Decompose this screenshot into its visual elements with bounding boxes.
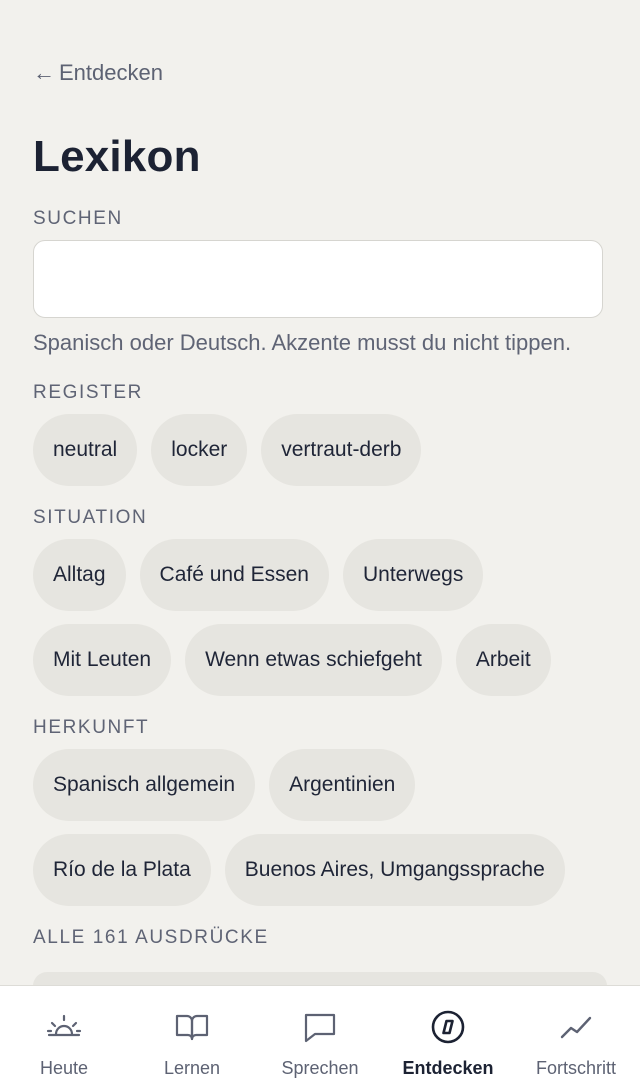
situation-label: SITUATION [33,507,148,528]
tab-fortschritt-label: Fortschritt [535,1058,616,1078]
situation-chips-row-1: Alltag Café und Essen Unterwegs [33,539,484,611]
herkunft-label: HERKUNFT [33,717,150,738]
chip-register-locker[interactable]: locker [151,414,248,486]
tab-sprechen-label: Sprechen [281,1058,359,1078]
chip-herkunft-buenos-aires[interactable]: Buenos Aires, Umgangssprache [224,834,565,906]
page-title: Lexikon [33,132,201,181]
back-link-label: Entdecken [59,60,163,85]
chip-herkunft-spanisch[interactable]: Spanisch allgemein [33,749,256,821]
compass-icon [431,1010,465,1044]
chip-register-vertraut-derb[interactable]: vertraut-derb [261,414,422,486]
back-link[interactable]: ← Entdecken [33,60,163,86]
trend-line-icon [560,1016,592,1039]
book-icon [175,1014,209,1041]
chip-situation-mit-leuten[interactable]: Mit Leuten [33,624,172,696]
chip-herkunft-argentinien[interactable]: Argentinien [269,749,416,821]
chip-situation-arbeit[interactable]: Arbeit [455,624,551,696]
tab-sprechen[interactable]: Sprechen [256,986,384,1091]
situation-chips-row-2: Mit Leuten Wenn etwas schiefgeht Arbeit [33,624,551,696]
tab-fortschritt[interactable]: Fortschritt [512,986,640,1091]
chip-situation-alltag[interactable]: Alltag [33,539,126,611]
register-label: REGISTER [33,382,143,403]
tab-entdecken[interactable]: Entdecken [384,986,512,1091]
tab-heute-label: Heute [39,1058,89,1078]
search-input[interactable] [33,240,603,318]
speech-bubble-icon [304,1013,336,1043]
tab-lernen-label: Lernen [163,1058,221,1078]
herkunft-chips-row-1: Spanisch allgemein Argentinien [33,749,416,821]
list-heading: ALLE 161 AUSDRÜCKE [33,927,269,948]
chip-situation-schiefgeht[interactable]: Wenn etwas schiefgeht [185,624,442,696]
back-arrow-icon: ← [33,60,55,85]
chip-situation-cafe[interactable]: Café und Essen [139,539,329,611]
register-chips: neutral locker vertraut-derb [33,414,422,486]
tab-entdecken-label: Entdecken [402,1058,494,1078]
chip-herkunft-rio-de-la-plata[interactable]: Río de la Plata [33,834,211,906]
search-hint: Spanisch oder Deutsch. Akzente musst du … [33,330,572,355]
sunrise-icon [46,1014,82,1037]
herkunft-chips-row-2: Río de la Plata Buenos Aires, Umgangsspr… [33,834,565,906]
chip-situation-unterwegs[interactable]: Unterwegs [342,539,484,611]
search-label: SUCHEN [33,208,123,229]
tab-lernen[interactable]: Lernen [128,986,256,1091]
bottom-tab-bar: Heute Lernen Sprechen Entdecken Fortschr… [0,985,640,1091]
chip-register-neutral[interactable]: neutral [33,414,138,486]
tab-heute[interactable]: Heute [0,986,128,1091]
